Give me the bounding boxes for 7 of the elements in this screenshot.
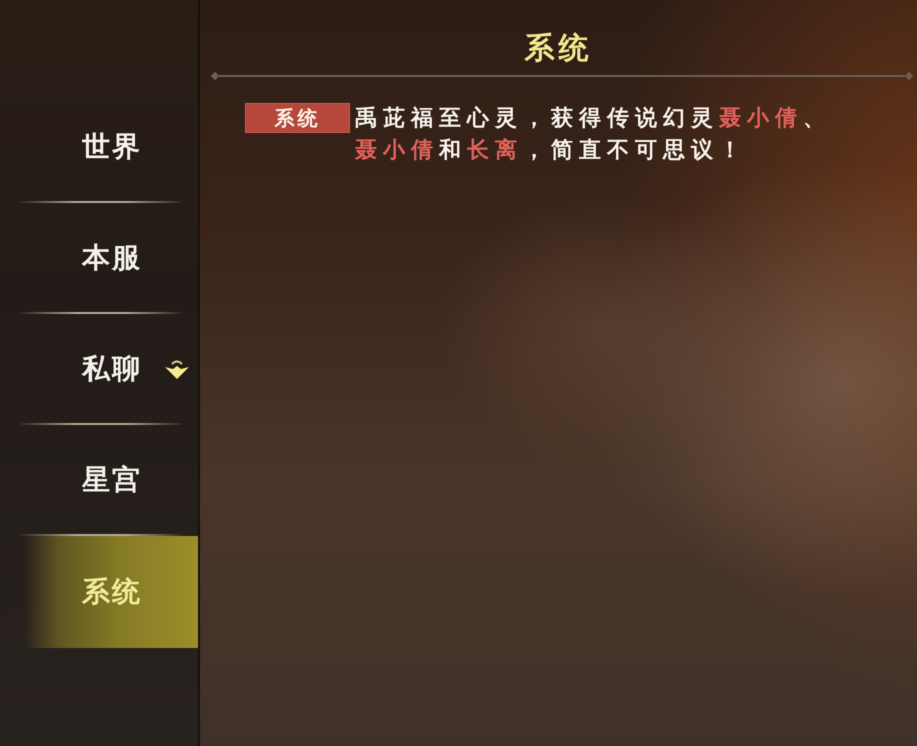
channel-tab[interactable]: 本服	[0, 203, 198, 312]
channel-tab[interactable]: 私聊	[0, 314, 198, 423]
message-text: 禹茈福至心灵，获得传说幻灵 聂小倩、 聂小倩 和 长离，简直不可思议！	[355, 104, 832, 165]
panel-title: 系统	[524, 30, 592, 68]
channel-tab[interactable]: 世界	[0, 92, 198, 201]
channel-tab[interactable]: 星宫	[0, 425, 198, 534]
channel-tag: 系统	[245, 103, 350, 133]
